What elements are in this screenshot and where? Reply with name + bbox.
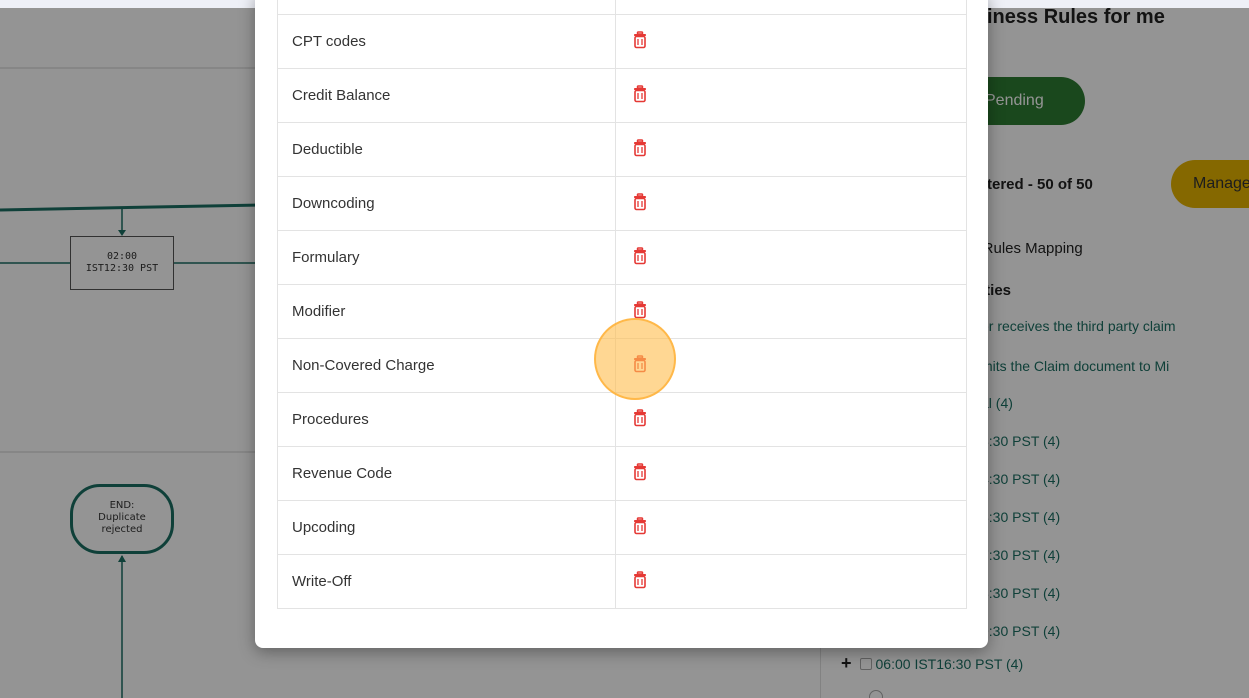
rule-actions [615, 176, 967, 231]
table-row: CPT codes [277, 14, 967, 69]
rule-name: Modifier [277, 284, 616, 339]
trash-icon[interactable] [630, 30, 650, 50]
trash-icon[interactable] [630, 462, 650, 482]
table-row: Upcoding [277, 500, 967, 555]
trash-icon[interactable] [630, 516, 650, 536]
trash-icon[interactable] [630, 354, 650, 374]
table-row: Deductible [277, 122, 967, 177]
rule-name: Deductible [277, 122, 616, 177]
trash-icon[interactable] [630, 84, 650, 104]
rule-actions [615, 446, 967, 501]
rule-name: Write-Off [277, 554, 616, 609]
rule-name: Credit Balance [277, 68, 616, 123]
rule-actions [615, 500, 967, 555]
business-rules-modal: CPT codes Credit Balance Deductible Downcod… [255, 0, 988, 648]
trash-icon[interactable] [630, 138, 650, 158]
table-row: Procedures [277, 392, 967, 447]
rule-actions [615, 338, 967, 393]
table-header-row [277, 0, 967, 15]
table-row: Non-Covered Charge [277, 338, 967, 393]
rules-table: CPT codes Credit Balance Deductible Downcod… [277, 0, 967, 609]
table-header-cell [615, 0, 967, 15]
rule-actions [615, 68, 967, 123]
trash-icon[interactable] [630, 570, 650, 590]
rule-actions [615, 554, 967, 609]
rule-name: Upcoding [277, 500, 616, 555]
rule-name: CPT codes [277, 14, 616, 69]
rule-name: Downcoding [277, 176, 616, 231]
table-row: Formulary [277, 230, 967, 285]
rule-actions [615, 284, 967, 339]
rule-name: Procedures [277, 392, 616, 447]
rule-name: Non-Covered Charge [277, 338, 616, 393]
table-row: Credit Balance [277, 68, 967, 123]
table-row: Modifier [277, 284, 967, 339]
trash-icon[interactable] [630, 408, 650, 428]
rule-actions [615, 122, 967, 177]
rule-actions [615, 14, 967, 69]
trash-icon[interactable] [630, 192, 650, 212]
trash-icon[interactable] [630, 300, 650, 320]
rule-name: Revenue Code [277, 446, 616, 501]
rule-actions [615, 230, 967, 285]
table-row: Revenue Code [277, 446, 967, 501]
rule-name: Formulary [277, 230, 616, 285]
table-row: Write-Off [277, 554, 967, 609]
trash-icon[interactable] [630, 246, 650, 266]
table-header-cell [277, 0, 616, 15]
rule-actions [615, 392, 967, 447]
table-row: Downcoding [277, 176, 967, 231]
